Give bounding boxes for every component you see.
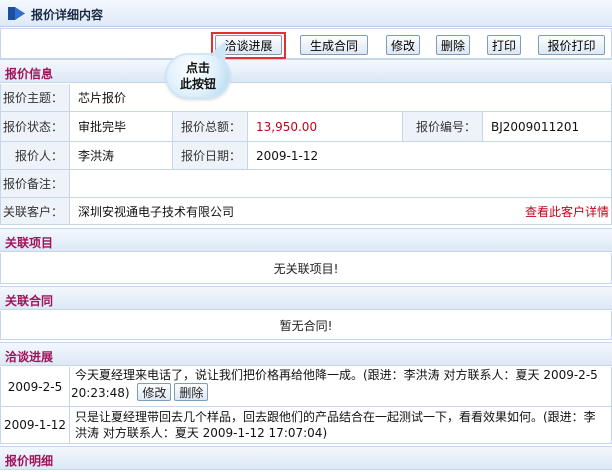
related-project-row: 无关联项目! [0,253,612,284]
delete-button[interactable]: 删除 [436,35,470,55]
person-label: 报价人： [1,142,70,169]
section-title: 洽谈进展 [5,350,54,364]
remark-row: 报价备注： [0,170,612,198]
related-contract-row: 暂无合同! [0,311,612,340]
date-value: 2009-1-12 [256,148,319,163]
customer-row: 关联客户： 深圳安视通电子技术有限公司 查看此客户详情 [0,198,612,225]
related-project-header: 关联项目 [0,228,612,252]
print-button[interactable]: 打印 [487,35,521,55]
status-label: 报价状态： [1,112,70,141]
entry-body: 只是让夏经理带回去几个样品，回去跟他们的产品结合在一起测试一下，看看效果如何。(… [71,407,611,443]
section-title: 关联项目 [5,236,54,250]
callout-bubble: 点击 此按钮 [167,55,229,97]
remark-value [71,170,611,197]
title-bar: 报价详细内容 [0,0,612,27]
customer-label: 关联客户： [1,198,70,224]
section-title: 报价信息 [5,67,54,81]
entry-delete-button[interactable]: 删除 [174,383,209,401]
action-toolbar: 洽谈进展 生成合同 修改 删除 打印 报价打印 [0,28,612,59]
negotiation-header: 洽谈进展 [0,342,612,366]
callout-line2: 此按钮 [179,77,216,91]
generate-contract-button[interactable]: 生成合同 [300,35,368,55]
entry-date: 2009-1-12 [1,407,70,443]
subject-label: 报价主题： [1,84,70,111]
related-contract-header: 关联合同 [0,286,612,310]
customer-value: 深圳安视通电子技术有限公司 [78,204,235,219]
subject-value: 芯片报价 [78,91,127,105]
section-title: 关联合同 [5,294,54,308]
person-row: 报价人： 李洪涛 报价日期： 2009-1-12 [0,142,612,170]
remark-label: 报价备注： [1,170,70,197]
number-label: 报价编号： [403,112,483,141]
quote-detail-header: 报价明细 [0,446,612,470]
subject-row: 报价主题： 芯片报价 [0,84,612,112]
page-title: 报价详细内容 [31,8,104,22]
entry-date: 2009-2-5 [1,367,70,406]
view-customer-link[interactable]: 查看此客户详情 [505,198,609,224]
negotiation-entry: 2009-2-5 今天夏经理来电话了，说让我们把价格再给他降一成。(跟进：李洪涛… [0,367,612,407]
date-label: 报价日期： [173,142,248,169]
person-value: 李洪涛 [71,142,173,169]
negotiation-entry: 2009-1-12 只是让夏经理带回去几个样品，回去跟他们的产品结合在一起测试一… [0,407,612,444]
status-row: 报价状态： 审批完毕 报价总额： 13,950.00 报价编号： BJ20090… [0,112,612,142]
entry-text: 只是让夏经理带回去几个样品，回去跟他们的产品结合在一起测试一下，看看效果如何。(… [75,410,596,440]
edit-button[interactable]: 修改 [386,35,420,55]
entry-edit-button[interactable]: 修改 [137,383,172,401]
total-value: 13,950.00 [249,112,403,141]
no-project-text: 无关联项目! [273,261,339,276]
callout-line1: 点击 [185,61,210,75]
number-value: BJ2009011201 [491,119,580,134]
quote-print-button[interactable]: 报价打印 [538,35,605,55]
total-label: 报价总额： [173,112,248,141]
no-contract-text: 暂无合同! [279,318,333,333]
quote-info-header: 报价信息 [0,59,612,83]
entry-body: 今天夏经理来电话了，说让我们把价格再给他降一成。(跟进：李洪涛 对方联系人：夏天… [71,367,611,401]
status-value: 审批完毕 [71,112,173,141]
arrow-right-icon [8,7,25,20]
section-title: 报价明细 [5,454,54,468]
